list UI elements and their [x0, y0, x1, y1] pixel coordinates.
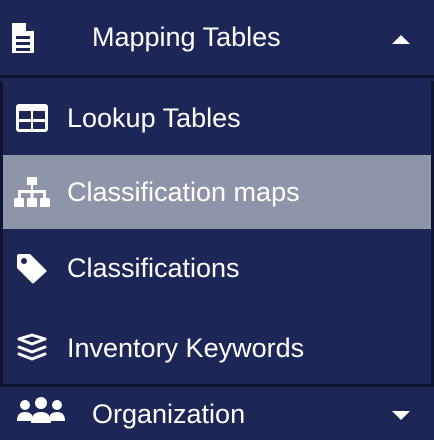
table-icon: [13, 99, 51, 137]
menu-group-title: Mapping Tables: [92, 22, 281, 52]
menu-group-organization[interactable]: Organization: [0, 384, 434, 440]
chevron-down-icon[interactable]: [386, 407, 416, 425]
menu-item-classifications[interactable]: Classifications: [0, 229, 434, 303]
sidebar-menu: Mapping Tables Lookup Tables Classificat…: [0, 0, 434, 440]
menu-group-title: Organization: [92, 399, 246, 429]
menu-item-label: Lookup Tables: [67, 103, 241, 133]
file-icon: [9, 20, 37, 56]
menu-item-lookup-tables[interactable]: Lookup Tables: [0, 81, 434, 155]
menu-item-label: Classification maps: [67, 177, 300, 207]
menu-item-label: Classifications: [67, 253, 240, 283]
menu-item-inventory-keywords[interactable]: Inventory Keywords: [0, 303, 434, 384]
menu-group-mapping-tables[interactable]: Mapping Tables: [0, 0, 434, 78]
layers-icon: [13, 329, 51, 367]
users-icon: [14, 395, 68, 429]
menu-item-classification-maps[interactable]: Classification maps: [0, 155, 434, 229]
tag-icon: [13, 249, 51, 287]
menu-item-label: Inventory Keywords: [67, 333, 305, 363]
chevron-up-icon[interactable]: [386, 30, 416, 48]
sitemap-icon: [13, 173, 51, 211]
